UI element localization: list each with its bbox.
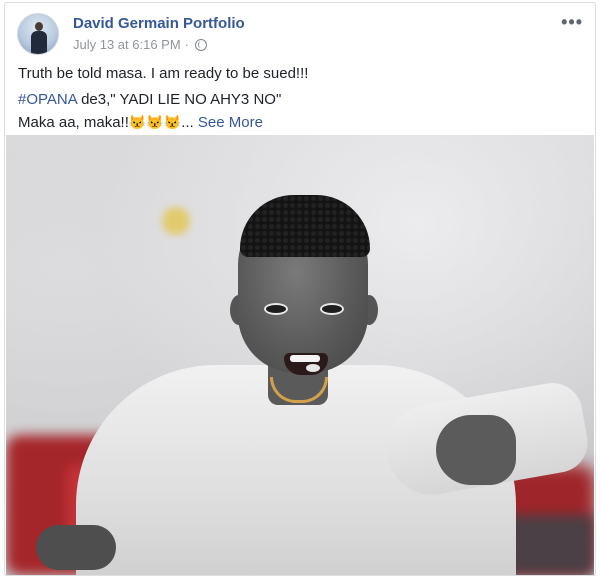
pouting-cat-emoji: 😾😾😾 — [128, 114, 182, 130]
author-name-link[interactable]: David Germain Portfolio — [73, 15, 245, 32]
post-text-line-2-rest: de3," YADI LIE NO AHY3 NO" — [76, 91, 282, 108]
post-meta: July 13 at 6:16 PM · — [73, 37, 208, 52]
left-hand — [36, 525, 116, 570]
see-more-link[interactable]: See More — [198, 114, 263, 131]
teeth — [290, 355, 320, 362]
post-text-line-3-body: Maka aa, maka!! — [18, 114, 129, 131]
right-hand — [436, 415, 516, 485]
avatar-figure — [30, 22, 48, 54]
ellipsis: ... — [181, 114, 194, 131]
post-timestamp-link[interactable]: July 13 at 6:16 PM — [73, 37, 181, 52]
avatar[interactable] — [17, 13, 59, 55]
avatar-body — [31, 31, 47, 54]
hashtag-link[interactable]: #OPANA — [18, 91, 77, 108]
meta-separator: · — [184, 37, 190, 52]
globe-icon[interactable] — [195, 38, 208, 51]
right-eye — [320, 303, 344, 315]
more-options-icon[interactable]: ••• — [561, 13, 583, 31]
post-text-line-2: #OPANA de3," YADI LIE NO AHY3 NO" — [18, 89, 588, 111]
post-photo[interactable] — [6, 135, 594, 575]
left-eye — [264, 303, 288, 315]
avatar-head — [35, 22, 43, 31]
post-text-line-1: Truth be told masa. I am ready to be sue… — [18, 65, 309, 82]
tongue — [306, 364, 320, 372]
post-text: Truth be told masa. I am ready to be sue… — [18, 63, 588, 134]
post-text-line-3: Maka aa, maka!!😾😾😾... See More — [18, 111, 588, 134]
curly-hair — [240, 195, 370, 257]
photo-subject-child — [6, 135, 594, 575]
post-card: David Germain Portfolio July 13 at 6:16 … — [4, 2, 596, 576]
post-header: David Germain Portfolio July 13 at 6:16 … — [17, 12, 585, 56]
